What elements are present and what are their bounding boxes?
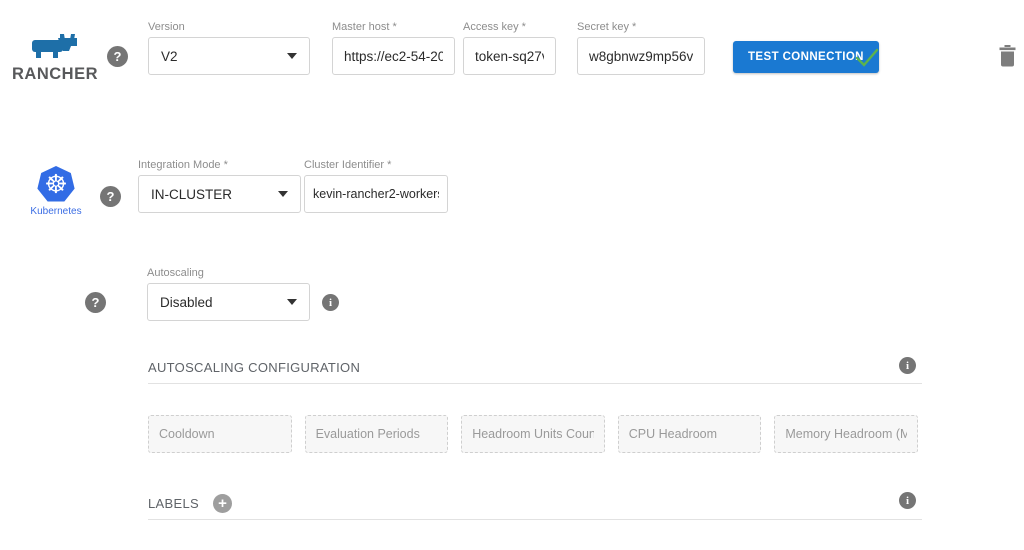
version-value: V2 <box>161 49 178 64</box>
question-glyph: ? <box>92 295 100 310</box>
autoscaling-label: Autoscaling <box>147 267 310 279</box>
kubernetes-logo-text: Kubernetes <box>30 206 81 217</box>
labels-title: LABELS <box>148 496 199 511</box>
autoscaling-field: Autoscaling Disabled <box>147 267 310 321</box>
section-divider <box>148 383 922 384</box>
cluster-identifier-input[interactable] <box>304 175 448 213</box>
version-label: Version <box>148 21 310 33</box>
kubernetes-heptagon-icon: ☸ <box>37 166 75 203</box>
access-key-input[interactable] <box>463 37 556 75</box>
version-select[interactable]: V2 <box>148 37 310 75</box>
labels-info-icon[interactable]: i <box>899 492 916 509</box>
kubernetes-logo: ☸ Kubernetes <box>18 166 94 217</box>
info-glyph: i <box>906 495 909 507</box>
rancher-logo-text: RANCHER <box>12 65 96 84</box>
question-glyph: ? <box>107 189 115 204</box>
integration-mode-field: Integration Mode * IN-CLUSTER <box>138 159 301 213</box>
chevron-down-icon <box>287 53 297 59</box>
info-glyph: i <box>329 297 332 309</box>
autoscaling-info-icon[interactable]: i <box>322 294 339 311</box>
evaluation-periods-input <box>305 415 449 453</box>
integration-mode-label: Integration Mode * <box>138 159 301 171</box>
kubernetes-help-icon[interactable]: ? <box>100 186 121 207</box>
cpu-headroom-input <box>618 415 762 453</box>
section-divider <box>148 519 922 520</box>
plus-glyph: + <box>218 496 227 511</box>
memory-headroom-input <box>774 415 918 453</box>
chevron-down-icon <box>278 191 288 197</box>
access-key-field: Access key * <box>463 21 556 75</box>
autoscaling-configuration-title: AUTOSCALING CONFIGURATION <box>148 360 360 375</box>
autoscaling-value: Disabled <box>160 295 213 310</box>
kubernetes-wheel-glyph: ☸ <box>44 172 67 198</box>
rancher-bull-icon <box>30 34 78 59</box>
master-host-label: Master host * <box>332 21 455 33</box>
secret-key-field: Secret key * <box>577 21 705 75</box>
autoscaling-help-icon[interactable]: ? <box>85 292 106 313</box>
version-field: Version V2 <box>148 21 310 75</box>
master-host-field: Master host * <box>332 21 455 75</box>
rancher-logo: RANCHER <box>12 34 96 84</box>
add-label-button[interactable]: + <box>213 494 232 513</box>
headroom-units-count-input <box>461 415 605 453</box>
integration-mode-select[interactable]: IN-CLUSTER <box>138 175 301 213</box>
autoscaling-config-inputs-row <box>148 415 918 453</box>
labels-header: LABELS + <box>148 494 232 513</box>
delete-trash-icon[interactable] <box>999 45 1016 67</box>
chevron-down-icon <box>287 299 297 305</box>
success-check-icon <box>855 48 879 67</box>
question-glyph: ? <box>114 49 122 64</box>
integration-config-page: RANCHER ? Version V2 Master host * Acces… <box>0 0 1024 550</box>
cluster-identifier-field: Cluster Identifier * <box>304 159 448 213</box>
autoscaling-select[interactable]: Disabled <box>147 283 310 321</box>
secret-key-label: Secret key * <box>577 21 705 33</box>
master-host-input[interactable] <box>332 37 455 75</box>
secret-key-input[interactable] <box>577 37 705 75</box>
access-key-label: Access key * <box>463 21 556 33</box>
integration-mode-value: IN-CLUSTER <box>151 187 232 202</box>
autoscaling-configuration-info-icon[interactable]: i <box>899 357 916 374</box>
rancher-help-icon[interactable]: ? <box>107 46 128 67</box>
cooldown-input <box>148 415 292 453</box>
cluster-identifier-label: Cluster Identifier * <box>304 159 448 171</box>
info-glyph: i <box>906 360 909 372</box>
